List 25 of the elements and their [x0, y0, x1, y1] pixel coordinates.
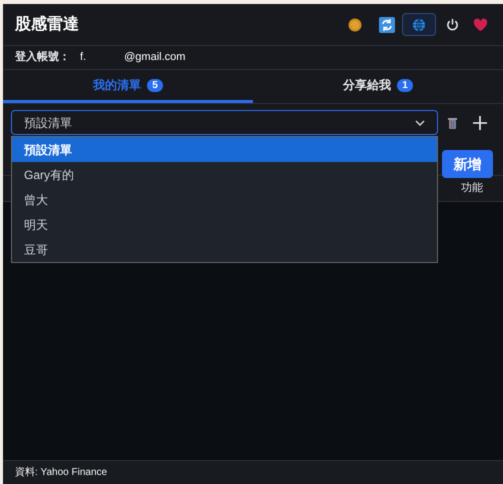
trash-icon[interactable]	[448, 116, 457, 128]
plus-icon[interactable]	[473, 116, 487, 130]
language-button[interactable]	[402, 13, 436, 36]
dropdown-option[interactable]: 豆哥	[12, 237, 437, 262]
sun-icon[interactable]	[348, 18, 362, 32]
tab[interactable]: 分享給我 1	[253, 70, 503, 103]
column-header: 功能	[461, 181, 483, 196]
account-label: 登入帳號：	[15, 50, 70, 66]
account-email-start: f.	[80, 50, 86, 66]
dropdown-option[interactable]: 明天	[12, 212, 437, 237]
globe-icon	[412, 18, 426, 32]
chevron-down-icon	[415, 120, 425, 126]
account-email-end: @gmail.com	[124, 50, 186, 66]
refresh-icon[interactable]	[379, 16, 395, 32]
dropdown-option[interactable]: 曾大	[12, 187, 437, 212]
add-button[interactable]: 新增	[442, 150, 493, 178]
dropdown-option[interactable]: 預設清單	[12, 137, 437, 162]
count-badge: 1	[397, 78, 413, 92]
list-select[interactable]: 預設清單	[11, 110, 438, 135]
count-badge: 5	[147, 78, 163, 92]
heart-icon[interactable]	[473, 18, 488, 32]
power-icon[interactable]	[446, 18, 459, 31]
app-title: 股感雷達	[15, 14, 80, 34]
dropdown-option[interactable]: Gary有的	[12, 162, 437, 187]
source-credit: 資料: Yahoo Finance	[15, 466, 108, 480]
